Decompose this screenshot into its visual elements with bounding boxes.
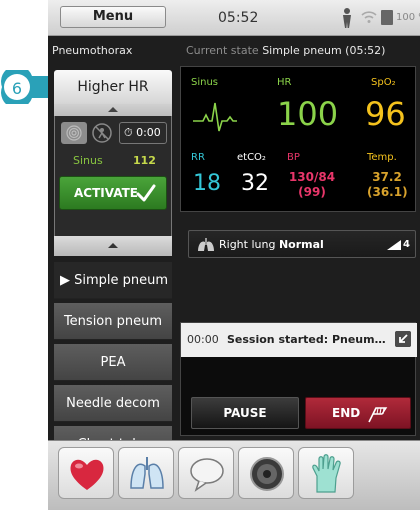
- lungs-icon: [130, 457, 164, 489]
- battery-level: 100 %: [396, 12, 420, 23]
- current-state-prefix: Current state: [186, 44, 259, 57]
- finish-flag-icon: [368, 407, 388, 423]
- state-item-simple-pneum[interactable]: ▶ Simple pneum ⚐: [54, 262, 172, 325]
- heart-icon: [70, 459, 104, 490]
- rhythm-value: 112: [133, 154, 156, 167]
- play-icon: ▶: [60, 273, 70, 288]
- callout-number: 6: [11, 79, 23, 98]
- person-icon: [343, 8, 351, 28]
- bp-label: BP: [287, 152, 300, 163]
- glove-icon: [312, 454, 341, 493]
- fingerprint-icon[interactable]: [61, 122, 87, 144]
- simulator-screen: Menu 05:52 100 % Pneumothorax Current st…: [48, 0, 420, 510]
- lungs-icon: [198, 238, 214, 251]
- collapse-arrow-button[interactable]: [54, 104, 172, 116]
- speech-bubble-icon: [190, 458, 224, 492]
- etco2-value: 32: [241, 171, 269, 196]
- lung-status-row[interactable]: Right lung Normal 4: [188, 230, 416, 258]
- state-control-panel: ⏱ 0:00 Sinus 112 ACTIVATE: [54, 116, 172, 236]
- spo2-value: 96: [365, 95, 406, 133]
- bp-systolic-diastolic: 130/84: [288, 170, 336, 184]
- vitals-monitor[interactable]: Sinus HR SpO₂ 100 96 RR etCO₂ BP Temp. 1…: [180, 66, 416, 212]
- lung-side: Right lung: [219, 238, 276, 251]
- state-label: Simple pneum: [74, 273, 169, 288]
- etco2-label: etCO₂: [237, 152, 266, 163]
- scenario-title: Pneumothorax: [52, 44, 133, 57]
- lung-status-text: Right lung Normal: [219, 238, 324, 251]
- temp-label: Temp.: [367, 152, 397, 163]
- temp-secondary: (36.1): [367, 185, 408, 199]
- battery-icon: [381, 10, 393, 25]
- speech-button[interactable]: [178, 447, 234, 499]
- end-label: END: [332, 406, 361, 420]
- end-button[interactable]: END: [305, 397, 411, 429]
- current-state: Current state Simple pneum (05:52): [186, 44, 385, 57]
- mute-icon[interactable]: [91, 122, 113, 144]
- expand-arrow-button[interactable]: [54, 236, 172, 256]
- speaker-icon: [250, 457, 284, 491]
- expand-icon[interactable]: [395, 331, 411, 347]
- lung-level-value: 4: [403, 239, 410, 250]
- activate-button[interactable]: ACTIVATE: [59, 176, 167, 210]
- log-time: 00:00: [187, 333, 219, 346]
- log-message: Session started: Pneumothorax: [227, 333, 393, 346]
- state-item-needle-decom[interactable]: Needle decom: [54, 385, 172, 422]
- signal-level-icon: [387, 240, 401, 250]
- timer-value: 0:00: [136, 126, 161, 139]
- next-state-button[interactable]: Higher HR: [54, 70, 172, 104]
- log-entry[interactable]: 00:00 Session started: Pneumothorax: [181, 323, 417, 357]
- bp-value: 130/84 (99): [287, 170, 337, 200]
- hr-value: 100: [277, 95, 339, 133]
- rhythm-label: Sinus: [73, 154, 103, 167]
- menu-button[interactable]: Menu: [60, 6, 166, 28]
- clock: 05:52: [218, 10, 259, 26]
- pause-button[interactable]: PAUSE: [191, 397, 299, 429]
- glove-button[interactable]: [298, 447, 354, 499]
- session-log-panel: 00:00 Session started: Pneumothorax PAUS…: [180, 322, 417, 436]
- checkmark-icon: [136, 184, 156, 202]
- activate-label: ACTIVATE: [74, 186, 138, 200]
- lung-state: Normal: [278, 238, 324, 251]
- spo2-label: SpO₂: [371, 77, 396, 88]
- state-timer: ⏱ 0:00: [119, 122, 167, 144]
- speaker-button[interactable]: [238, 447, 294, 499]
- temp-primary: 37.2: [372, 170, 402, 184]
- rhythm-label: Sinus: [191, 77, 219, 88]
- bottom-toolbar: [48, 440, 420, 510]
- lungs-button[interactable]: [118, 447, 174, 499]
- rr-label: RR: [191, 152, 205, 163]
- bp-mean: (99): [298, 185, 326, 199]
- ecg-waveform-icon: [193, 102, 237, 132]
- state-item-tension-pneum[interactable]: Tension pneum: [54, 303, 172, 340]
- stopwatch-icon: ⏱: [124, 126, 133, 139]
- temp-value: 37.2 (36.1): [367, 170, 408, 200]
- current-state-value: Simple pneum (05:52): [262, 44, 386, 57]
- status-bar: Menu 05:52 100 %: [48, 0, 420, 36]
- wifi-icon: [361, 11, 377, 23]
- state-item-pea[interactable]: PEA: [54, 344, 172, 381]
- rr-value: 18: [193, 171, 221, 196]
- heart-button[interactable]: [58, 447, 114, 499]
- hr-label: HR: [277, 77, 292, 88]
